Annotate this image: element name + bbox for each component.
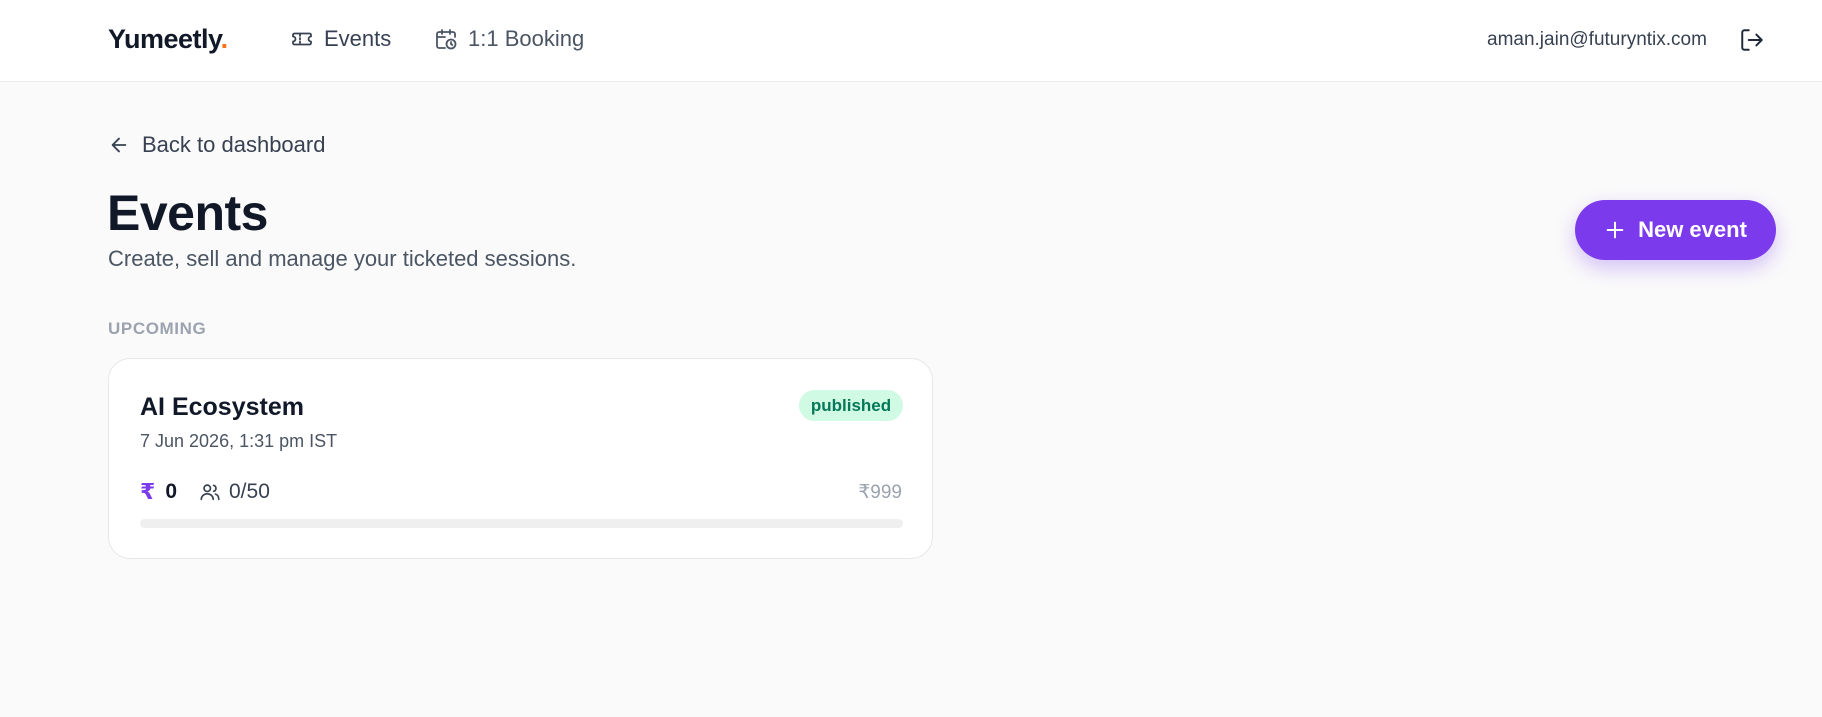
nav-booking-label: 1:1 Booking (468, 26, 585, 51)
user-email: aman.jain@futuryntix.com (1487, 29, 1707, 50)
back-to-dashboard-link[interactable]: Back to dashboard (108, 132, 325, 158)
plus-icon (1606, 221, 1624, 239)
status-badge: published (799, 390, 903, 421)
event-name: AI Ecosystem (140, 393, 304, 421)
nav-events-label: Events (324, 26, 392, 51)
brand-logo[interactable]: Yumeetly. (108, 24, 228, 55)
logout-icon (1741, 29, 1763, 51)
ticket-icon (292, 32, 312, 46)
nav-events[interactable]: Events (290, 26, 391, 52)
section-label-upcoming: UPCOMING (108, 319, 207, 338)
attendee-count: 0/50 (229, 480, 270, 503)
nav-booking[interactable]: 1:1 Booking (434, 26, 584, 52)
page-title: Events (107, 185, 268, 241)
new-event-label: New event (1638, 217, 1747, 242)
sales-progress-bar (140, 519, 903, 528)
event-date: 7 Jun 2026, 1:31 pm IST (140, 431, 338, 451)
calendar-clock-icon (436, 29, 457, 50)
page-subtitle: Create, sell and manage your ticketed se… (108, 246, 577, 271)
rupee-icon: ₹ (140, 479, 156, 504)
arrow-left-icon (111, 137, 127, 153)
event-card[interactable]: AI Ecosystem 7 Jun 2026, 1:31 pm IST pub… (108, 358, 933, 559)
event-stats: ₹ 0 0/50 (140, 479, 270, 505)
users-icon (199, 481, 221, 503)
logout-button[interactable] (1739, 27, 1765, 53)
ticket-price: ₹999 (858, 482, 902, 503)
brand-dot: . (220, 24, 229, 54)
new-event-button[interactable]: New event (1575, 200, 1776, 260)
back-link-label: Back to dashboard (142, 132, 326, 157)
revenue-value: 0 (165, 480, 177, 503)
top-navbar: Yumeetly. Events 1:1 Booking aman.jain@f… (0, 0, 1822, 82)
brand-name: Yumeetly (108, 24, 221, 54)
